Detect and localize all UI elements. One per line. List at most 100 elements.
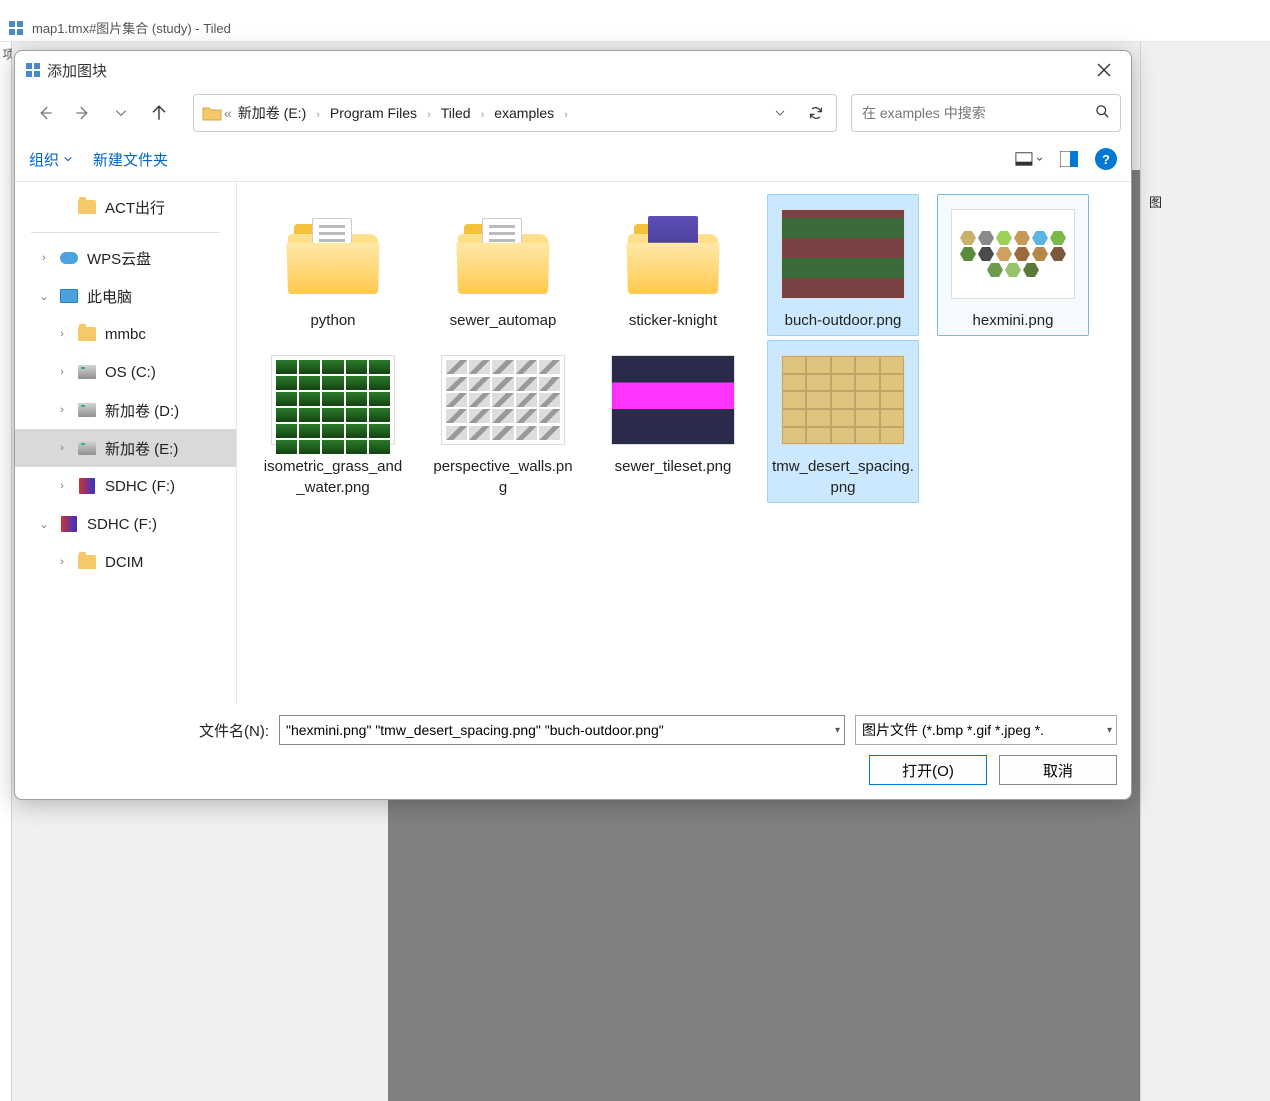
new-folder-button[interactable]: 新建文件夹 xyxy=(93,149,168,170)
file-item[interactable]: isometric_grass_and_water.png xyxy=(257,340,409,503)
image-thumb xyxy=(441,355,565,445)
chevron-right-icon: › xyxy=(475,109,491,121)
app-left-dock: 项 xyxy=(0,42,12,1101)
folder-icon xyxy=(628,214,718,294)
file-label: sticker-knight xyxy=(629,311,717,331)
nav-recent-button[interactable] xyxy=(105,97,137,129)
organize-label: 组织 xyxy=(29,149,59,170)
filetype-value: 图片文件 (*.bmp *.gif *.jpeg *. xyxy=(862,720,1044,740)
breadcrumb-item[interactable]: 新加卷 (E:) xyxy=(234,101,310,125)
tree-label: WPS云盘 xyxy=(87,248,151,269)
breadcrumb-dropdown[interactable] xyxy=(764,97,796,129)
sd-icon xyxy=(59,515,79,533)
file-label: perspective_walls.png xyxy=(432,457,574,498)
file-item[interactable]: python xyxy=(257,194,409,336)
disk-icon xyxy=(77,439,97,457)
tree-label: 此电脑 xyxy=(87,286,132,307)
file-item[interactable]: sticker-knight xyxy=(597,194,749,336)
file-label: hexmini.png xyxy=(973,311,1054,331)
tree-item[interactable]: ⌄SDHC (F:) xyxy=(15,505,236,543)
app-right-panel: 图 xyxy=(1140,42,1270,1101)
chevron-down-icon: ▾ xyxy=(1107,725,1112,736)
tree-caret-icon: › xyxy=(55,404,69,416)
app-titlebar: map1.tmx#图片集合 (study) - Tiled xyxy=(0,14,1270,42)
tree-separator xyxy=(31,232,220,233)
chevron-down-icon[interactable]: ▾ xyxy=(835,725,840,736)
main-area: ACT出行›WPS云盘⌄此电脑›mmbc›OS (C:)›新加卷 (D:)›新加… xyxy=(15,181,1131,703)
nav-tree[interactable]: ACT出行›WPS云盘⌄此电脑›mmbc›OS (C:)›新加卷 (D:)›新加… xyxy=(15,182,237,703)
tree-caret-icon: › xyxy=(55,556,69,568)
organize-button[interactable]: 组织 xyxy=(29,149,73,170)
file-item[interactable]: sewer_automap xyxy=(427,194,579,336)
search-icon xyxy=(1095,104,1110,122)
tree-item[interactable]: ›OS (C:) xyxy=(15,353,236,391)
close-button[interactable] xyxy=(1081,55,1127,85)
view-mode-button[interactable] xyxy=(1015,145,1043,173)
breadcrumb-item[interactable]: examples xyxy=(490,101,558,125)
app-title: map1.tmx#图片集合 (study) - Tiled xyxy=(32,18,231,37)
nav-up-button[interactable] xyxy=(143,97,175,129)
file-label: isometric_grass_and_water.png xyxy=(262,457,404,498)
chevron-down-icon xyxy=(1036,155,1043,163)
image-thumb xyxy=(611,355,735,445)
sd-icon xyxy=(77,477,97,495)
image-thumb xyxy=(781,355,905,445)
tree-label: mmbc xyxy=(105,326,146,343)
folder-icon xyxy=(77,325,97,343)
arrow-up-icon xyxy=(150,104,168,122)
file-item[interactable]: tmw_desert_spacing.png xyxy=(767,340,919,503)
tree-item[interactable]: ›WPS云盘 xyxy=(15,239,236,277)
tree-label: ACT出行 xyxy=(105,197,165,218)
open-button[interactable]: 打开(O) xyxy=(869,755,987,785)
tree-item[interactable]: ACT出行 xyxy=(15,188,236,226)
arrow-left-icon xyxy=(36,104,54,122)
filename-input-wrap[interactable]: ▾ xyxy=(279,715,845,745)
image-thumb xyxy=(951,209,1075,299)
folder-icon xyxy=(77,198,97,216)
tree-label: SDHC (F:) xyxy=(87,516,157,533)
file-item[interactable]: sewer_tileset.png xyxy=(597,340,749,503)
filetype-select[interactable]: 图片文件 (*.bmp *.gif *.jpeg *. ▾ xyxy=(855,715,1117,745)
search-box[interactable] xyxy=(851,94,1121,132)
tree-caret-icon: › xyxy=(55,328,69,340)
nav-back-button[interactable] xyxy=(29,97,61,129)
tree-caret-icon: › xyxy=(55,366,69,378)
tree-caret-icon: ⌄ xyxy=(37,290,51,303)
open-label: 打开(O) xyxy=(902,760,954,781)
dialog-titlebar: 添加图块 xyxy=(15,51,1131,89)
chevron-right-icon: › xyxy=(558,109,574,121)
preview-pane-button[interactable] xyxy=(1055,145,1083,173)
tree-item[interactable]: ›DCIM xyxy=(15,543,236,581)
nav-arrows xyxy=(25,97,179,129)
file-label: sewer_tileset.png xyxy=(615,457,732,477)
cloud-icon xyxy=(59,249,79,267)
breadcrumb-item[interactable]: Program Files xyxy=(326,101,421,125)
file-label: sewer_automap xyxy=(450,311,557,331)
tree-item[interactable]: ›新加卷 (D:) xyxy=(15,391,236,429)
cancel-button[interactable]: 取消 xyxy=(999,755,1117,785)
file-item[interactable]: buch-outdoor.png xyxy=(767,194,919,336)
tiled-logo-icon xyxy=(8,20,24,36)
filename-label: 文件名(N): xyxy=(199,720,269,741)
file-item[interactable]: hexmini.png xyxy=(937,194,1089,336)
nav-forward-button[interactable] xyxy=(67,97,99,129)
help-button[interactable]: ? xyxy=(1095,148,1117,170)
file-grid[interactable]: python sewer_automap sticker-knight buch-ou… xyxy=(245,190,1123,507)
file-open-dialog: 添加图块 « 新加卷 (E:)›Program Files›Tiled›exam… xyxy=(14,50,1132,800)
nav-row: « 新加卷 (E:)›Program Files›Tiled›examples› xyxy=(15,89,1131,137)
search-input[interactable] xyxy=(862,105,1095,121)
tree-item[interactable]: ›SDHC (F:) xyxy=(15,467,236,505)
toolbar-row: 组织 新建文件夹 ? xyxy=(15,137,1131,181)
refresh-button[interactable] xyxy=(800,97,832,129)
breadcrumb[interactable]: « 新加卷 (E:)›Program Files›Tiled›examples› xyxy=(193,94,837,132)
tree-item[interactable]: ›新加卷 (E:) xyxy=(15,429,236,467)
tree-item[interactable]: ⌄ 此电脑 xyxy=(15,277,236,315)
chevron-right-icon: › xyxy=(310,109,326,121)
tree-label: 新加卷 (E:) xyxy=(105,438,178,459)
filename-input[interactable] xyxy=(286,722,838,738)
breadcrumb-overflow[interactable]: « xyxy=(224,105,232,121)
arrow-right-icon xyxy=(74,104,92,122)
file-item[interactable]: perspective_walls.png xyxy=(427,340,579,503)
tree-item[interactable]: › mmbc xyxy=(15,315,236,353)
breadcrumb-item[interactable]: Tiled xyxy=(437,101,475,125)
